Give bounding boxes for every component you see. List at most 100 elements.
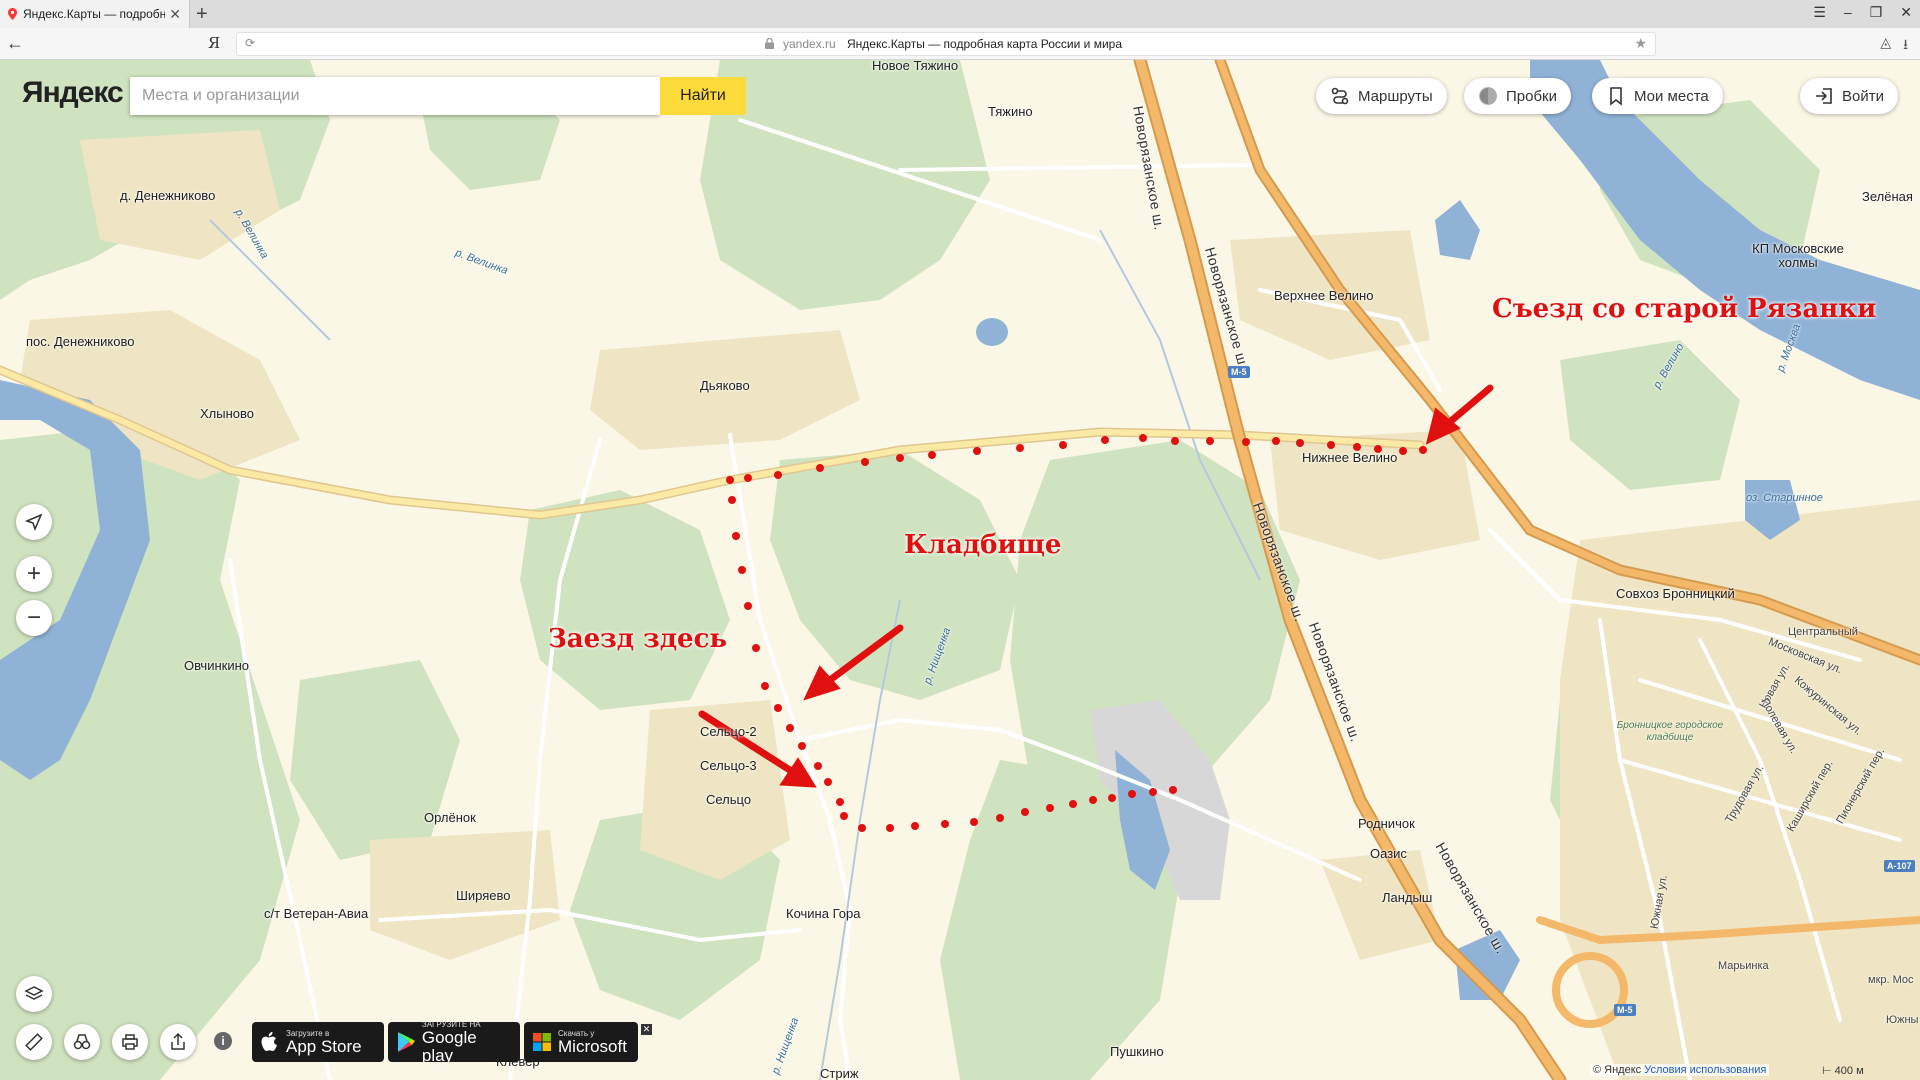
bookmark-icon (1610, 87, 1622, 106)
navigation-arrow-icon (25, 513, 43, 531)
window-controls: ☰ – ❐ ✕ (1813, 4, 1912, 21)
yandex-logo[interactable]: Яндекс (22, 76, 124, 110)
scale-label: 400 м (1834, 1065, 1864, 1077)
place-label[interactable]: Сельцо-2 (700, 724, 757, 739)
minus-icon: − (26, 604, 41, 631)
download-icon[interactable]: ⭳ (1903, 34, 1908, 58)
app-store-big: App Store (286, 1036, 362, 1056)
place-label[interactable]: Овчинкино (184, 658, 249, 673)
close-badges-icon[interactable]: ✕ (641, 1024, 652, 1035)
terms-link[interactable]: Условия использования (1644, 1064, 1766, 1076)
place-label[interactable]: Орлёнок (424, 810, 476, 825)
info-icon[interactable]: i (214, 1032, 232, 1050)
place-label[interactable]: Сельцо (706, 792, 751, 807)
locate-button[interactable] (16, 504, 52, 540)
login-icon (1816, 88, 1832, 104)
minimize-icon[interactable]: – (1844, 4, 1852, 21)
water-label: оз. Старинное (1746, 492, 1823, 504)
place-label[interactable]: Марьинка (1718, 960, 1769, 972)
bookmark-star-icon[interactable]: ★ (1634, 35, 1647, 52)
place-label[interactable]: д. Денежниково (120, 188, 215, 203)
map-canvas[interactable]: Новое Тяжино Тяжино д. Денежниково пос. … (0, 60, 1920, 1080)
lock-icon (765, 38, 774, 49)
my-places-label: Мои места (1634, 87, 1709, 105)
google-play-badge[interactable]: ЗАГРУЗИТЕ НА Google play (388, 1019, 520, 1064)
pond (1435, 200, 1480, 260)
place-label[interactable]: Южны (1886, 1014, 1918, 1026)
route-shield-m5: М-5 (1228, 366, 1250, 378)
scale-bar-icon: ⊢ (1822, 1065, 1832, 1077)
place-label[interactable]: Сельцо-3 (700, 758, 757, 773)
apple-icon (261, 1031, 277, 1051)
place-label[interactable]: Совхоз Бронницкий (1616, 586, 1735, 601)
browser-tab[interactable]: Яндекс.Карты — подробная карта ✕ (0, 0, 190, 28)
logo-text: Яндекс (22, 76, 124, 109)
place-label[interactable]: КП Московские холмы (1738, 242, 1858, 270)
river-velinka (209, 219, 331, 341)
address-field[interactable]: ⟳ yandex.ru Яндекс.Карты — подробная кар… (236, 32, 1656, 56)
app-store-badge[interactable]: Загрузите в App Store (252, 1022, 384, 1062)
arrow-cemetery-head (803, 665, 841, 701)
microsoft-badge[interactable]: Скачать у Microsoft (524, 1022, 638, 1062)
layers-button[interactable] (16, 976, 52, 1012)
forest-area (1560, 340, 1740, 490)
search-input[interactable] (130, 77, 660, 115)
google-play-icon (397, 1032, 415, 1052)
map-pin-icon (8, 8, 17, 20)
place-label[interactable]: Ширяево (456, 888, 511, 903)
new-tab-button[interactable]: + (196, 2, 208, 26)
forest-area (520, 490, 730, 710)
tab-close-icon[interactable]: ✕ (169, 6, 181, 23)
place-label[interactable]: Новое Тяжино (872, 60, 958, 73)
browser-tab-bar: Яндекс.Карты — подробная карта ✕ + ☰ – ❐… (0, 0, 1920, 28)
place-label[interactable]: Стриж (820, 1066, 859, 1080)
place-label[interactable]: с/т Ветеран-Авиа (264, 906, 368, 921)
place-label[interactable]: пос. Денежниково (26, 334, 134, 349)
place-label[interactable]: Пушкино (1110, 1044, 1164, 1059)
google-play-small: ЗАГРУЗИТЕ НА (421, 1019, 481, 1029)
login-button[interactable]: Войти (1800, 78, 1898, 114)
place-label[interactable]: Родничок (1358, 816, 1415, 831)
reload-icon[interactable]: ⟳ (245, 36, 255, 50)
print-button[interactable] (112, 1024, 148, 1060)
map-layer (0, 60, 1920, 1080)
protect-icon[interactable]: ◬ (1880, 34, 1891, 58)
route-shield-a107: А-107 (1884, 860, 1915, 872)
login-label: Войти (1842, 87, 1884, 105)
place-label[interactable]: Хлыново (200, 406, 254, 421)
maximize-icon[interactable]: ❐ (1870, 4, 1883, 21)
place-label[interactable]: Ландыш (1382, 890, 1432, 905)
zoom-out-button[interactable]: − (16, 600, 52, 636)
traffic-button[interactable]: Пробки (1464, 78, 1571, 114)
ruler-icon (25, 1033, 43, 1051)
cemetery-label[interactable]: Бронницкое городское кладбище (1610, 720, 1730, 744)
place-label[interactable]: Кочина Гора (786, 906, 860, 921)
tab-title: Яндекс.Карты — подробная карта (23, 7, 166, 21)
app-store-small: Загрузите в (286, 1028, 330, 1038)
copyright: © Яндекс Условия использования (1590, 1064, 1770, 1076)
search-button[interactable]: Найти (660, 77, 746, 115)
place-label[interactable]: Центральный (1788, 626, 1858, 638)
place-label[interactable]: Верхнее Велино (1274, 288, 1373, 303)
address-bar-row: ← Я ⟳ yandex.ru Яндекс.Карты — подробная… (0, 28, 1920, 60)
menu-icon[interactable]: ☰ (1813, 4, 1826, 21)
my-places-button[interactable]: Мои места (1592, 78, 1723, 114)
share-button[interactable] (160, 1024, 196, 1060)
close-window-icon[interactable]: ✕ (1900, 4, 1912, 21)
yandex-browser-button[interactable]: Я (208, 34, 220, 52)
ruler-button[interactable] (16, 1024, 52, 1060)
traffic-icon (1479, 87, 1497, 105)
place-label[interactable]: Нижнее Велино (1302, 450, 1397, 465)
windows-icon (533, 1033, 551, 1051)
panorama-button[interactable] (64, 1024, 100, 1060)
zoom-in-button[interactable]: + (16, 556, 52, 592)
routes-button[interactable]: Маршруты (1316, 78, 1447, 114)
place-label[interactable]: Зелёная (1862, 189, 1913, 204)
place-label[interactable]: Оазис (1370, 846, 1407, 861)
back-arrow-icon[interactable]: ← (6, 33, 24, 54)
place-label[interactable]: Дьяково (700, 378, 750, 393)
place-label[interactable]: Тяжино (988, 104, 1033, 119)
binoculars-icon (73, 1034, 91, 1050)
road-label: мкр. Мос (1868, 974, 1914, 986)
annotation-entry: Заезд здесь (548, 624, 728, 654)
